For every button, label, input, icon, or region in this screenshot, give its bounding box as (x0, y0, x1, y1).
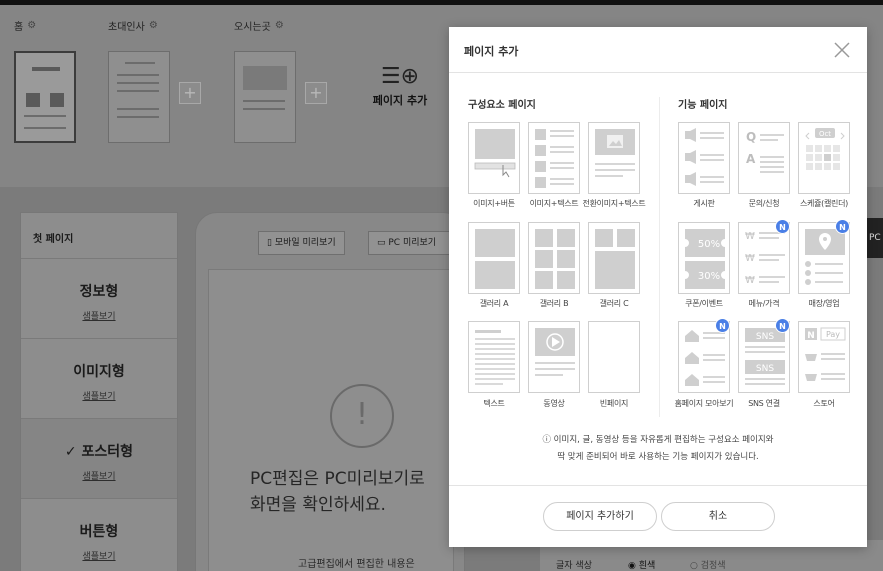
modal-footer: 페이지 추가하기 취소 (449, 485, 867, 547)
coupon-text: 30% (698, 271, 720, 282)
preview-sub-message: 고급편집에서 편집한 내용은 (298, 559, 415, 570)
mobile-icon: ▯ (267, 238, 275, 248)
new-badge: N (775, 219, 790, 234)
check-icon: ✓ (64, 444, 82, 460)
pc-tab[interactable]: PC (866, 218, 883, 258)
page-name: 오시는곳 (234, 22, 271, 33)
sidebar-item-title: 정보형 (79, 284, 119, 300)
pay-text: Pay (826, 330, 840, 339)
page-greeting[interactable]: 초대인사 ⚙ (108, 18, 158, 33)
gear-icon[interactable]: ⚙ (275, 20, 284, 31)
page-thumbnail-home[interactable] (14, 51, 76, 143)
sidebar-item-info[interactable]: 정보형 샘플보기 (21, 259, 177, 339)
won-text: ₩ (745, 231, 755, 242)
sample-link[interactable]: 샘플보기 (21, 469, 177, 482)
component-gallery-a[interactable] (468, 222, 520, 294)
component-image-text[interactable] (528, 122, 580, 194)
feature-coupon[interactable]: 50% 30% (678, 222, 730, 294)
new-badge: N (775, 318, 790, 333)
add-page-confirm-button[interactable]: 페이지 추가하기 (543, 502, 657, 531)
new-badge: N (835, 219, 850, 234)
calendar-icon: Oct (805, 128, 845, 170)
modal-title: 페이지 추가 (449, 27, 867, 73)
black-radio[interactable]: ○ 검정색 (690, 558, 726, 571)
sns-text: SNS (756, 332, 774, 342)
component-image-button[interactable] (468, 122, 520, 194)
sample-link[interactable]: 샘플보기 (21, 309, 177, 322)
won-text: ₩ (745, 253, 755, 264)
answer-text: A (746, 152, 756, 166)
naver-text: N (807, 331, 815, 341)
gear-icon[interactable]: ⚙ (149, 20, 158, 31)
add-page-plus-button[interactable]: + (305, 82, 327, 104)
component-text[interactable] (468, 321, 520, 393)
feature-inquiry[interactable]: QA (738, 122, 790, 194)
sns-text: SNS (756, 364, 774, 374)
exclamation-icon: ! (330, 384, 394, 448)
sidebar-title: 첫 페이지 (21, 213, 177, 259)
won-text: ₩ (745, 275, 755, 286)
month-text: Oct (819, 130, 831, 138)
sidebar-item-title: 포스터형 (81, 444, 134, 460)
feature-store[interactable]: N Pay (798, 321, 850, 393)
sidebar-item-title: 버튼형 (79, 524, 119, 540)
info-message: ⓘ 이미지, 글, 동영상 등을 자유롭게 편집하는 구성요소 페이지와 딱 맞… (542, 435, 774, 462)
section-divider (659, 97, 660, 417)
component-video[interactable] (528, 321, 580, 393)
component-slide-image-text[interactable] (588, 122, 640, 194)
component-label: 빈페이지 (599, 399, 629, 408)
sidebar-item-button[interactable]: 버튼형 샘플보기 (21, 499, 177, 571)
component-section-title: 구성요소 페이지 (468, 100, 536, 111)
shopping-basket-icon: N Pay (805, 327, 846, 381)
add-page-button[interactable]: ☰⊕ 페이지 추가 (370, 66, 430, 108)
coupon-text: 50% (698, 239, 720, 250)
add-page-plus-button[interactable]: + (179, 82, 201, 104)
component-label: 갤러리 C (599, 299, 629, 308)
question-text: Q (746, 130, 756, 144)
component-label: 전환이미지+텍스트 (582, 199, 646, 208)
feature-label: 매장/영업 (808, 299, 840, 308)
feature-schedule[interactable]: Oct (798, 122, 850, 194)
text-color-label: 글자 색상 (556, 561, 592, 571)
page-thumbnail-location[interactable] (234, 51, 296, 143)
feature-board[interactable] (678, 122, 730, 194)
sidebar-item-image[interactable]: 이미지형 샘플보기 (21, 339, 177, 419)
sidebar-item-title: 이미지형 (73, 364, 125, 380)
monitor-icon: ▭ (377, 238, 389, 248)
sample-link[interactable]: 샘플보기 (21, 549, 177, 562)
megaphone-icon (685, 128, 724, 186)
preview-message: PC편집은 PC미리보기로 화면을 확인하세요. (250, 469, 425, 515)
component-blank-page[interactable] (588, 321, 640, 393)
close-icon[interactable] (833, 41, 851, 59)
first-page-sidebar: 첫 페이지 정보형 샘플보기 이미지형 샘플보기 ✓ 포스터형 샘플보기 버튼형… (20, 212, 178, 571)
component-gallery-b[interactable] (528, 222, 580, 294)
page-home[interactable]: 홈 ⚙ (14, 18, 36, 33)
page-name: 초대인사 (108, 22, 145, 33)
new-badge: N (715, 318, 730, 333)
pc-preview-button[interactable]: ▭ PC 미리보기 (368, 231, 454, 255)
add-page-icon: ☰⊕ (380, 64, 420, 89)
add-page-modal: 페이지 추가 구성요소 페이지 기능 페이지 이미지+버튼 이미지+텍스트 전환… (449, 27, 867, 547)
feature-label: 스케쥴(캘린더) (799, 199, 848, 208)
page-name: 홈 (14, 22, 24, 33)
coupon-icon: 50% 30% (685, 229, 725, 289)
gear-icon[interactable]: ⚙ (27, 20, 36, 31)
add-page-label: 페이지 추가 (372, 94, 428, 107)
page-location[interactable]: 오시는곳 ⚙ (234, 18, 284, 33)
mobile-preview-button[interactable]: ▯ 모바일 미리보기 (258, 231, 345, 255)
sidebar-item-poster[interactable]: ✓ 포스터형 샘플보기 (21, 419, 177, 499)
page-thumbnail-greeting[interactable] (108, 51, 170, 143)
feature-section-title: 기능 페이지 (678, 100, 728, 111)
component-gallery-c[interactable] (588, 222, 640, 294)
white-radio[interactable]: ◉ 흰색 (628, 558, 655, 571)
cancel-button[interactable]: 취소 (661, 502, 775, 531)
sample-link[interactable]: 샘플보기 (21, 389, 177, 402)
feature-label: 스토어 (813, 399, 835, 408)
